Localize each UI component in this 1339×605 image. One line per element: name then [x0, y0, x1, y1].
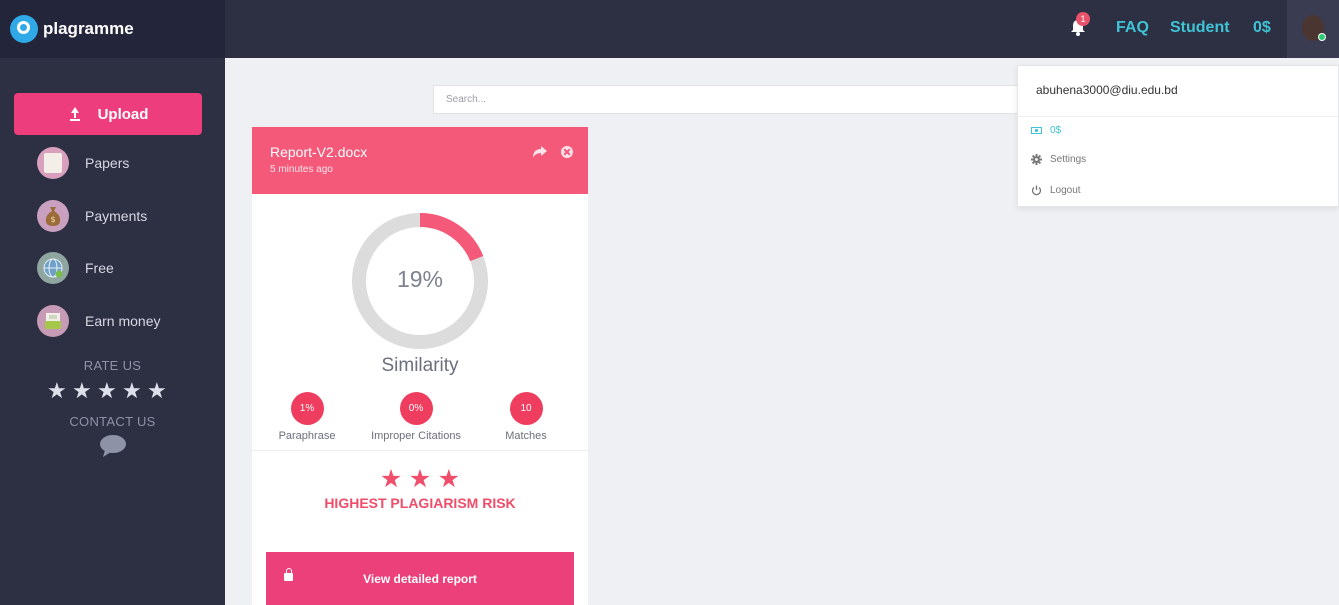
- cash-register-icon: [37, 305, 69, 337]
- view-detailed-report-button[interactable]: View detailed report: [266, 552, 574, 605]
- dropdown-divider: [1018, 116, 1338, 117]
- close-icon[interactable]: [561, 146, 573, 158]
- risk-stars: ★ ★ ★: [252, 464, 588, 494]
- sidebar-item-payments[interactable]: $ Payments: [37, 200, 147, 232]
- dropdown-logout-label: Logout: [1050, 185, 1081, 196]
- report-timestamp: 5 minutes ago: [270, 164, 333, 175]
- rate-us-title: RATE US: [83, 358, 142, 373]
- share-icon[interactable]: [532, 145, 547, 159]
- user-email: abuhena3000@diu.edu.bd: [1036, 83, 1178, 97]
- dropdown-item-logout[interactable]: Logout: [1031, 185, 1081, 196]
- metric-value: 10: [509, 392, 543, 425]
- metric-matches: 10 Matches: [471, 392, 581, 442]
- money-bag-icon: $: [37, 200, 69, 232]
- sidebar-item-papers[interactable]: Papers: [37, 147, 129, 179]
- money-icon: [1031, 127, 1042, 134]
- metric-paraphrase: 1% Paraphrase: [252, 392, 362, 442]
- top-header: 1 FAQ Student 0$: [225, 0, 1339, 58]
- dropdown-settings-label: Settings: [1050, 154, 1087, 165]
- brand-logo-bar[interactable]: plagramme: [0, 0, 225, 58]
- star-icon[interactable]: ★: [97, 378, 122, 404]
- dropdown-item-settings[interactable]: Settings: [1031, 154, 1086, 165]
- sidebar: plagramme Upload Papers $ Payments Free …: [0, 0, 225, 605]
- dropdown-item-balance[interactable]: 0$: [1031, 125, 1061, 136]
- search-input[interactable]: [433, 85, 1073, 114]
- lock-icon: [284, 568, 293, 581]
- brand-name: plagramme: [43, 19, 134, 38]
- metric-label: Improper Citations: [371, 430, 461, 442]
- star-icon[interactable]: ★: [122, 378, 147, 404]
- similarity-label: Similarity: [381, 355, 459, 376]
- similarity-percent: 19%: [396, 266, 444, 292]
- user-dropdown-menu: abuhena3000@diu.edu.bd 0$ Settings Logou…: [1017, 65, 1339, 207]
- sidebar-item-free[interactable]: Free: [37, 252, 114, 284]
- svg-text:$: $: [50, 215, 55, 224]
- sidebar-item-earn-money[interactable]: Earn money: [37, 305, 160, 337]
- star-icon: ★: [379, 465, 403, 493]
- metric-label: Paraphrase: [278, 430, 336, 442]
- star-icon[interactable]: ★: [147, 378, 172, 404]
- chat-bubble-icon[interactable]: [99, 434, 127, 458]
- metric-label: Matches: [505, 430, 547, 442]
- report-card-header: Report-V2.docx 5 minutes ago: [252, 127, 588, 194]
- faq-link[interactable]: FAQ: [1116, 19, 1149, 37]
- globe-icon: [37, 252, 69, 284]
- report-card: Report-V2.docx 5 minutes ago 19% Similar…: [252, 127, 588, 605]
- dropdown-balance-label: 0$: [1050, 125, 1062, 136]
- report-file-name[interactable]: Report-V2.docx: [270, 144, 570, 160]
- balance-link[interactable]: 0$: [1253, 19, 1271, 37]
- online-status-icon: [1318, 33, 1326, 41]
- user-avatar-button[interactable]: [1287, 0, 1339, 58]
- account-type-link[interactable]: Student: [1170, 19, 1230, 37]
- star-icon: ★: [437, 465, 461, 493]
- sidebar-item-label: Papers: [85, 155, 130, 171]
- notification-count-badge: 1: [1076, 12, 1090, 26]
- star-icon[interactable]: ★: [47, 378, 72, 404]
- upload-icon: [68, 107, 82, 121]
- plagramme-logo-icon: [10, 15, 38, 43]
- risk-level-text: HIGHEST PLAGIARISM RISK: [324, 495, 516, 511]
- report-button-label: View detailed report: [363, 571, 477, 586]
- rate-stars: ★ ★ ★ ★ ★: [47, 378, 172, 404]
- power-icon: [1031, 185, 1042, 196]
- gear-icon: [1031, 154, 1042, 165]
- upload-button[interactable]: Upload: [14, 93, 202, 135]
- metric-value: 0%: [399, 392, 433, 425]
- metric-improper-citations: 0% Improper Citations: [361, 392, 471, 442]
- sidebar-item-label: Free: [85, 260, 114, 276]
- papers-icon: [37, 147, 69, 179]
- sidebar-item-label: Payments: [85, 208, 148, 224]
- metric-value: 1%: [290, 392, 324, 425]
- star-icon[interactable]: ★: [72, 378, 97, 404]
- card-divider: [252, 450, 588, 451]
- contact-us-title: CONTACT US: [69, 414, 156, 429]
- star-icon: ★: [408, 465, 432, 493]
- sidebar-item-label: Earn money: [85, 313, 161, 329]
- upload-label: Upload: [97, 105, 149, 123]
